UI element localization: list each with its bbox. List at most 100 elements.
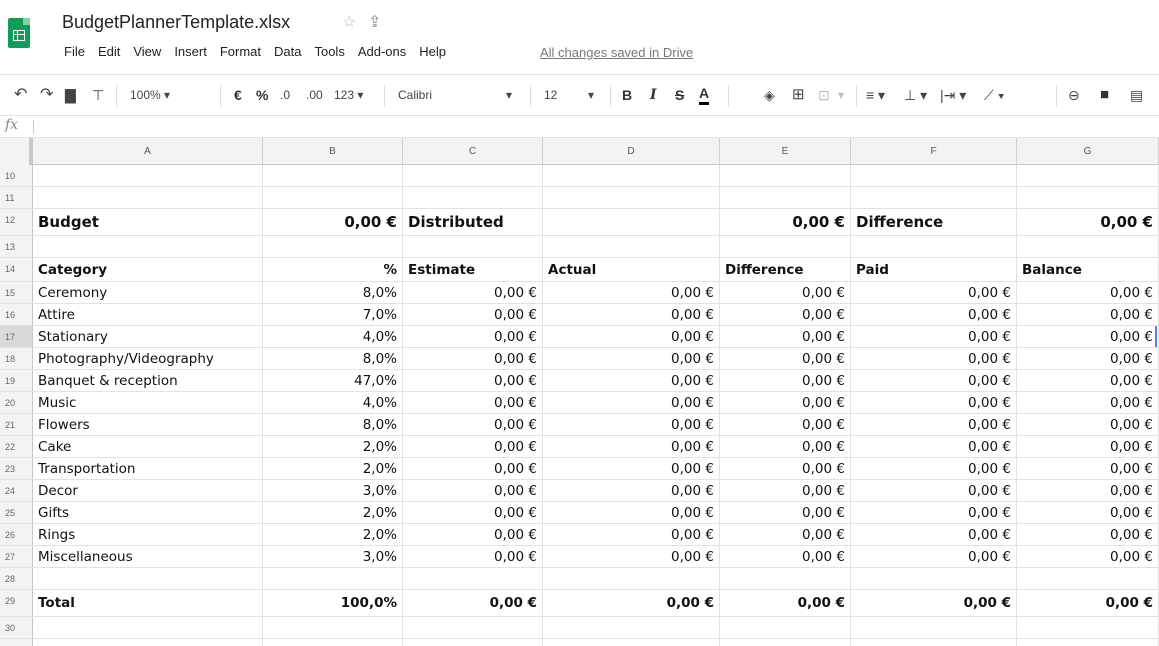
cell-f30[interactable]	[851, 617, 1017, 638]
cell-b14[interactable]: %	[263, 258, 403, 281]
font-size-select[interactable]: 12 ▾	[544, 85, 604, 105]
insert-comment-icon[interactable]: ■	[1100, 85, 1109, 105]
horizontal-align-icon[interactable]: ≡ ▾	[866, 85, 885, 105]
chevron-down-icon[interactable]: ▾	[838, 85, 844, 105]
text-rotation-icon[interactable]: ⟋ ▾	[984, 85, 1005, 105]
cell-c30[interactable]	[403, 617, 543, 638]
cell-d15[interactable]: 0,00 €	[543, 282, 720, 303]
formula-bar[interactable]: fx	[0, 116, 1159, 138]
cell-b30[interactable]	[263, 617, 403, 638]
cell-g14[interactable]: Balance	[1017, 258, 1159, 281]
cell-c28[interactable]	[403, 568, 543, 589]
cell-b16[interactable]: 7,0%	[263, 304, 403, 325]
column-header-e[interactable]: E	[720, 138, 851, 165]
cell-f11[interactable]	[851, 187, 1017, 208]
cell-a22[interactable]: Cake	[33, 436, 263, 457]
cell-e16[interactable]: 0,00 €	[720, 304, 851, 325]
cell-e18[interactable]: 0,00 €	[720, 348, 851, 369]
cell-b15[interactable]: 8,0%	[263, 282, 403, 303]
cell-g15[interactable]: 0,00 €	[1017, 282, 1159, 303]
cell-d21[interactable]: 0,00 €	[543, 414, 720, 435]
cell-g28[interactable]	[1017, 568, 1159, 589]
row-header[interactable]: 11	[0, 187, 33, 208]
menu-insert[interactable]: Insert	[174, 44, 207, 59]
menu-view[interactable]: View	[133, 44, 161, 59]
cell-d31[interactable]	[543, 639, 720, 646]
cell-a31[interactable]	[33, 639, 263, 646]
row-header[interactable]: 19	[0, 370, 33, 391]
cell-c12[interactable]: Distributed	[403, 209, 543, 235]
cell-e12[interactable]: 0,00 €	[720, 209, 851, 235]
menu-format[interactable]: Format	[220, 44, 261, 59]
cell-b28[interactable]	[263, 568, 403, 589]
cell-d12[interactable]	[543, 209, 720, 235]
cell-e21[interactable]: 0,00 €	[720, 414, 851, 435]
cell-a26[interactable]: Rings	[33, 524, 263, 545]
cell-b17[interactable]: 4,0%	[263, 326, 403, 347]
italic-button[interactable]: I	[650, 85, 657, 105]
text-wrapping-icon[interactable]: |⇥ ▾	[940, 85, 966, 105]
column-header-f[interactable]: F	[851, 138, 1017, 165]
cell-c14[interactable]: Estimate	[403, 258, 543, 281]
cell-d24[interactable]: 0,00 €	[543, 480, 720, 501]
cell-g10[interactable]	[1017, 165, 1159, 186]
cell-e10[interactable]	[720, 165, 851, 186]
row-header[interactable]: 22	[0, 436, 33, 457]
cell-e17[interactable]: 0,00 €	[720, 326, 851, 347]
cell-g26[interactable]: 0,00 €	[1017, 524, 1159, 545]
cell-a24[interactable]: Decor	[33, 480, 263, 501]
cell-g18[interactable]: 0,00 €	[1017, 348, 1159, 369]
cell-d19[interactable]: 0,00 €	[543, 370, 720, 391]
cell-b13[interactable]	[263, 236, 403, 257]
cell-g24[interactable]: 0,00 €	[1017, 480, 1159, 501]
cell-f25[interactable]: 0,00 €	[851, 502, 1017, 523]
cell-e14[interactable]: Difference	[720, 258, 851, 281]
cell-c16[interactable]: 0,00 €	[403, 304, 543, 325]
cell-c25[interactable]: 0,00 €	[403, 502, 543, 523]
cell-f31[interactable]	[851, 639, 1017, 646]
cell-d25[interactable]: 0,00 €	[543, 502, 720, 523]
cell-g17[interactable]: 0,00 €	[1017, 326, 1159, 347]
insert-chart-icon[interactable]: ▤	[1130, 85, 1143, 105]
cell-b24[interactable]: 3,0%	[263, 480, 403, 501]
row-header[interactable]: 17	[0, 326, 33, 347]
cell-g16[interactable]: 0,00 €	[1017, 304, 1159, 325]
cell-c15[interactable]: 0,00 €	[403, 282, 543, 303]
cell-b10[interactable]	[263, 165, 403, 186]
fill-color-icon[interactable]: ◈	[764, 85, 775, 105]
document-title[interactable]: BudgetPlannerTemplate.xlsx	[62, 12, 290, 33]
zoom-select[interactable]: 100% ▾	[130, 85, 170, 105]
cell-d27[interactable]: 0,00 €	[543, 546, 720, 567]
cell-f21[interactable]: 0,00 €	[851, 414, 1017, 435]
merge-cells-icon[interactable]: ⊡	[818, 85, 830, 105]
cell-g21[interactable]: 0,00 €	[1017, 414, 1159, 435]
cell-f17[interactable]: 0,00 €	[851, 326, 1017, 347]
cell-b27[interactable]: 3,0%	[263, 546, 403, 567]
save-status-link[interactable]: All changes saved in Drive	[540, 45, 693, 60]
cell-b11[interactable]	[263, 187, 403, 208]
cell-g20[interactable]: 0,00 €	[1017, 392, 1159, 413]
cell-c22[interactable]: 0,00 €	[403, 436, 543, 457]
cell-d10[interactable]	[543, 165, 720, 186]
menu-edit[interactable]: Edit	[98, 44, 120, 59]
row-header[interactable]: 29	[0, 590, 33, 616]
borders-icon[interactable]: ⊞	[792, 85, 805, 105]
print-icon[interactable]: ▇	[65, 85, 76, 105]
cell-a19[interactable]: Banquet & reception	[33, 370, 263, 391]
cell-a20[interactable]: Music	[33, 392, 263, 413]
cell-d30[interactable]	[543, 617, 720, 638]
cell-e20[interactable]: 0,00 €	[720, 392, 851, 413]
cell-a28[interactable]	[33, 568, 263, 589]
cell-a16[interactable]: Attire	[33, 304, 263, 325]
cell-d13[interactable]	[543, 236, 720, 257]
cell-f26[interactable]: 0,00 €	[851, 524, 1017, 545]
cell-e19[interactable]: 0,00 €	[720, 370, 851, 391]
strikethrough-button[interactable]: S	[675, 85, 684, 105]
row-header[interactable]: 27	[0, 546, 33, 567]
cell-a27[interactable]: Miscellaneous	[33, 546, 263, 567]
cell-a13[interactable]	[33, 236, 263, 257]
insert-link-icon[interactable]: ⊖	[1068, 85, 1080, 105]
cell-g27[interactable]: 0,00 €	[1017, 546, 1159, 567]
cell-f20[interactable]: 0,00 €	[851, 392, 1017, 413]
cell-c19[interactable]: 0,00 €	[403, 370, 543, 391]
